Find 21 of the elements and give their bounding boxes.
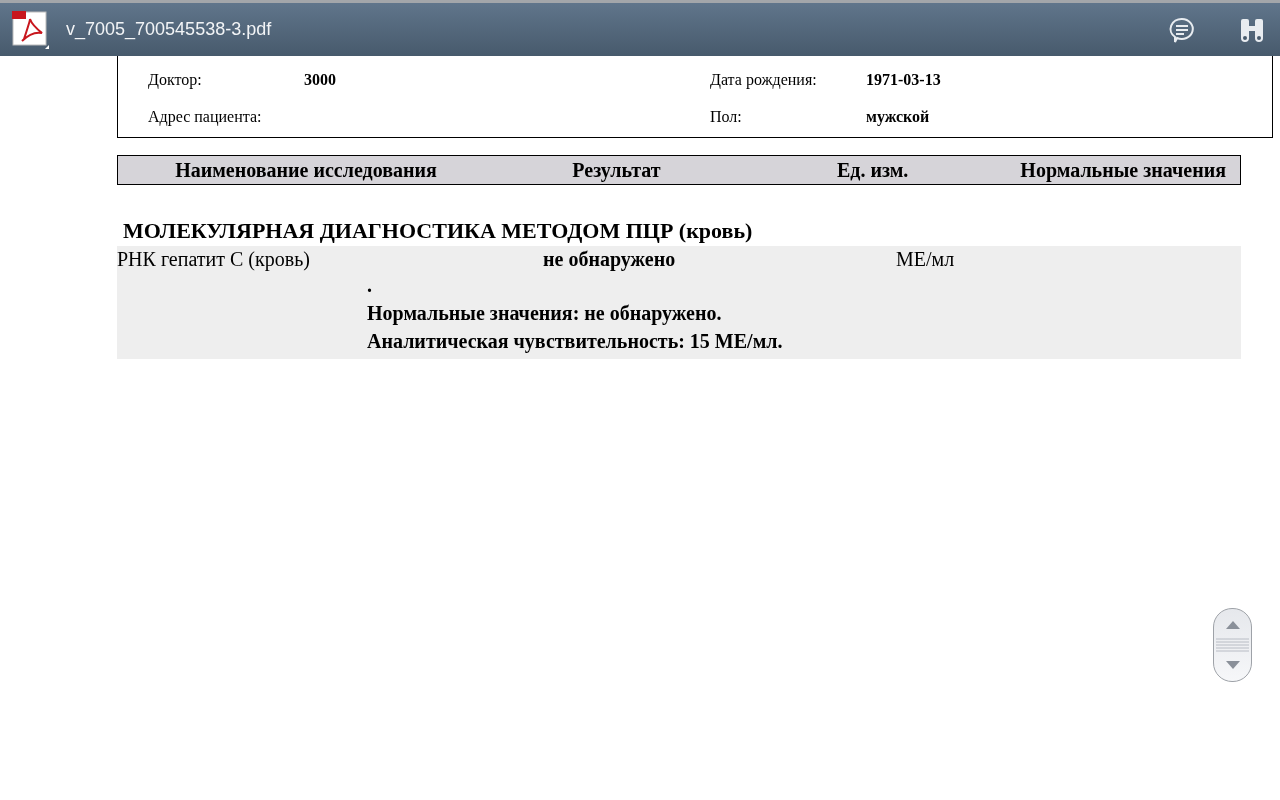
page-scroller[interactable] [1213, 608, 1252, 682]
section-heading: МОЛЕКУЛЯРНАЯ ДИАГНОСТИКА МЕТОДОМ ПЦР (кровь) [123, 217, 754, 245]
field-label: Адрес пациента: [148, 108, 263, 126]
column-header: Наименование исследования [174, 158, 438, 182]
result-value: не обнаружено [543, 248, 677, 271]
field-label: Доктор: [148, 71, 203, 89]
field-value: 1971-03-13 [866, 71, 942, 89]
field-value: мужской [866, 108, 931, 126]
column-header: Ед. изм. [836, 158, 910, 182]
field-label: Дата рождения: [710, 71, 818, 89]
test-name: РНК гепатит С (кровь) [117, 248, 311, 271]
column-header: Результат [571, 158, 662, 182]
result-note: . [367, 273, 373, 298]
result-note: Аналитическая чувствительность: 15 МЕ/мл. [367, 329, 784, 355]
result-note: Нормальные значения: не обнаружено. [367, 301, 723, 327]
column-header: Нормальные значения [1020, 158, 1227, 182]
field-value: 3000 [304, 71, 337, 89]
pdf-file-icon [12, 10, 50, 49]
file-title: v_7005_700545538-3.pdf [66, 19, 273, 40]
unit-text: МЕ/мл [896, 248, 956, 271]
field-label: Пол: [710, 108, 743, 126]
